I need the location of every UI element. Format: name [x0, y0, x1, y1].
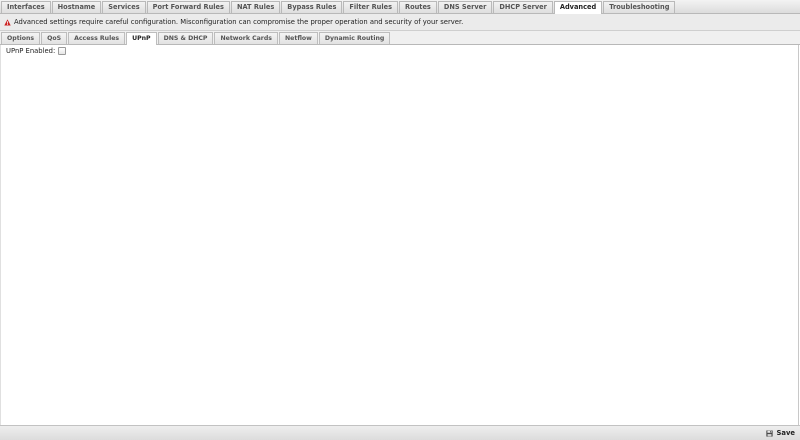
subtab-netflow[interactable]: Netflow — [278, 32, 318, 44]
subtab-options[interactable]: Options — [1, 32, 41, 44]
subtab-dns-dhcp[interactable]: DNS & DHCP — [157, 32, 214, 44]
tab-hostname[interactable]: Hostname — [51, 1, 102, 13]
save-button[interactable]: Save — [766, 428, 795, 438]
tab-advanced[interactable]: Advanced — [553, 1, 603, 14]
advanced-subtab-strip: Options QoS Access Rules UPnP DNS & DHCP Netw… — [1, 32, 391, 45]
tab-nat-rules[interactable]: NAT Rules — [230, 1, 281, 13]
tab-services[interactable]: Services — [102, 1, 146, 13]
tab-interfaces[interactable]: Interfaces — [1, 1, 51, 13]
subtab-qos[interactable]: QoS — [41, 32, 68, 44]
floppy-disk-icon — [766, 429, 774, 437]
warning-banner: Advanced settings require careful config… — [0, 14, 800, 31]
upnp-enabled-row: UPnP Enabled: — [6, 47, 67, 55]
tab-bypass-rules[interactable]: Bypass Rules — [281, 1, 343, 13]
main-tab-strip: Interfaces Hostname Services Port Forward R… — [1, 1, 676, 14]
subtab-dynamic-routing[interactable]: Dynamic Routing — [318, 32, 391, 44]
main-tabbar: Interfaces Hostname Services Port Forward R… — [0, 0, 800, 14]
subtab-access-rules[interactable]: Access Rules — [68, 32, 126, 44]
subtab-network-cards[interactable]: Network Cards — [214, 32, 278, 44]
tab-dhcp-server[interactable]: DHCP Server — [493, 1, 553, 13]
warning-text: Advanced settings require careful config… — [14, 18, 464, 26]
bottom-toolbar: Save — [0, 425, 800, 440]
tab-port-forward-rules[interactable]: Port Forward Rules — [146, 1, 230, 13]
upnp-enabled-checkbox[interactable] — [58, 47, 67, 55]
subtab-upnp[interactable]: UPnP — [126, 32, 157, 45]
warning-triangle-icon — [4, 18, 11, 26]
advanced-subtabbar: Options QoS Access Rules UPnP DNS & DHCP Netw… — [0, 31, 800, 45]
tab-troubleshooting[interactable]: Troubleshooting — [603, 1, 676, 13]
tab-dns-server[interactable]: DNS Server — [437, 1, 493, 13]
upnp-enabled-label: UPnP Enabled: — [6, 47, 56, 55]
save-label: Save — [776, 429, 795, 437]
tab-filter-rules[interactable]: Filter Rules — [343, 1, 398, 13]
tab-routes[interactable]: Routes — [399, 1, 437, 13]
upnp-panel: UPnP Enabled: — [0, 45, 799, 425]
